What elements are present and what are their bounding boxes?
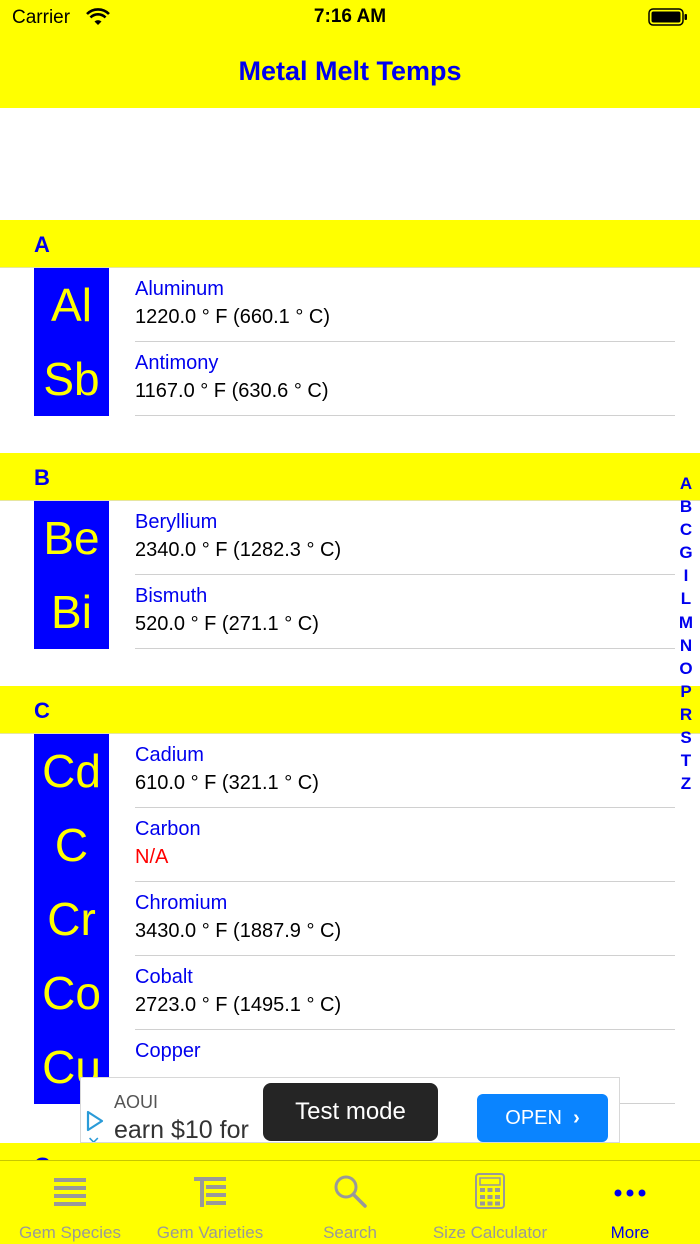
index-letter[interactable]: T (678, 749, 694, 772)
symbol-column: Cd C Cr Co Cu (34, 734, 109, 1104)
index-letter[interactable]: R (678, 703, 694, 726)
list-item-cadium[interactable]: Cadium 610.0 ° F (321.1 ° C) (135, 734, 675, 808)
ad-open-button[interactable]: OPEN › (477, 1094, 608, 1142)
metal-name: Chromium (135, 892, 228, 914)
metal-name: Beryllium (135, 511, 218, 533)
tab-label: Search (323, 1223, 377, 1242)
tab-more[interactable]: More (560, 1161, 700, 1244)
clock: 7:16 AM (313, 6, 387, 27)
metal-name: Cadium (135, 744, 204, 766)
section-index[interactable]: A B C G I L M N O P R S T Z (678, 472, 694, 795)
metal-name: Antimony (135, 352, 219, 374)
search-icon (334, 1175, 367, 1208)
tab-bar: Gem Species Gem Varieties Search Size Ca… (0, 1160, 700, 1244)
tab-size-calculator[interactable]: Size Calculator (420, 1161, 560, 1244)
element-symbol: Sb (43, 353, 100, 405)
more-icon (614, 1189, 646, 1197)
metal-name: Bismuth (135, 585, 208, 607)
list-icon (54, 1178, 86, 1206)
ad-open-label: OPEN (505, 1107, 562, 1129)
section-header-a: A (0, 220, 700, 268)
list-item-bismuth[interactable]: Bismuth 520.0 ° F (271.1 ° C) (135, 575, 675, 649)
page-title: Metal Melt Temps (238, 56, 462, 86)
index-letter[interactable]: P (678, 680, 694, 703)
ad-headline: earn $10 for (114, 1116, 249, 1143)
section-letter: C (34, 698, 50, 723)
symbol-column: Be Bi (34, 501, 109, 649)
list-detail-icon (194, 1177, 226, 1207)
calculator-icon (475, 1173, 505, 1209)
metal-name: Aluminum (135, 278, 224, 300)
index-letter[interactable]: L (678, 587, 694, 610)
section-letter: B (34, 465, 50, 490)
element-symbol: Co (42, 967, 101, 1019)
element-symbol: C (54, 819, 89, 871)
index-letter[interactable]: O (678, 657, 694, 680)
melt-temp: 3430.0 ° F (1887.9 ° C) (135, 920, 342, 942)
ad-brand: AOUI (114, 1092, 159, 1112)
melt-temp: 610.0 ° F (321.1 ° C) (135, 772, 319, 794)
index-letter[interactable]: C (678, 518, 694, 541)
status-bar: Carrier 7:16 AM (0, 0, 700, 36)
melt-temp: 1167.0 ° F (630.6 ° C) (135, 380, 329, 402)
list-item-carbon[interactable]: Carbon N/A (135, 808, 675, 882)
tab-label: More (610, 1223, 650, 1242)
nav-bar: Metal Melt Temps (0, 36, 700, 108)
metal-name: Carbon (135, 818, 201, 840)
element-symbol: Cd (42, 745, 101, 797)
index-letter[interactable]: I (678, 564, 694, 587)
test-mode-toast: Test mode (263, 1083, 438, 1141)
metal-name: Cobalt (135, 966, 193, 988)
chevron-right-icon: › (567, 1107, 580, 1129)
melt-temp: N/A (135, 846, 169, 868)
section-header-g: G (0, 1143, 700, 1161)
list-item-antimony[interactable]: Antimony 1167.0 ° F (630.6 ° C) (135, 342, 675, 416)
index-letter[interactable]: Z (678, 772, 694, 795)
index-letter[interactable]: G (678, 541, 694, 564)
symbol-column: Al Sb (34, 268, 109, 416)
element-symbol: Be (43, 512, 100, 564)
tab-search[interactable]: Search (280, 1161, 420, 1244)
metal-name: Copper (135, 1040, 201, 1062)
index-letter[interactable]: A (678, 472, 694, 495)
section-header-b: B (0, 453, 700, 501)
section-letter: A (34, 232, 50, 257)
element-symbol: Al (51, 279, 92, 331)
list-item-chromium[interactable]: Chromium 3430.0 ° F (1887.9 ° C) (135, 882, 675, 956)
tab-gem-species[interactable]: Gem Species (0, 1161, 140, 1244)
melt-temp: 2723.0 ° F (1495.1 ° C) (135, 994, 342, 1016)
element-symbol: Bi (51, 586, 92, 638)
index-letter[interactable]: M (678, 611, 694, 634)
melt-temp: 520.0 ° F (271.1 ° C) (135, 613, 319, 635)
tab-label: Gem Species (18, 1223, 122, 1242)
melt-temp: 2340.0 ° F (1282.3 ° C) (135, 539, 342, 561)
melt-temp: 1220.0 ° F (660.1 ° C) (135, 306, 330, 328)
element-symbol: Cr (47, 893, 96, 945)
ad-close-icon[interactable]: ✕ (87, 1133, 100, 1142)
ad-choices-icon[interactable] (85, 1110, 105, 1132)
section-header-c: C (0, 686, 700, 734)
index-letter[interactable]: S (678, 726, 694, 749)
list-item-beryllium[interactable]: Beryllium 2340.0 ° F (1282.3 ° C) (135, 501, 675, 575)
index-letter[interactable]: N (678, 634, 694, 657)
tab-label: Gem Varieties (156, 1223, 264, 1242)
list-item-cobalt[interactable]: Cobalt 2723.0 ° F (1495.1 ° C) (135, 956, 675, 1030)
tab-label: Size Calculator (432, 1223, 548, 1242)
index-letter[interactable]: B (678, 495, 694, 518)
list-item-aluminum[interactable]: Aluminum 1220.0 ° F (660.1 ° C) (135, 268, 675, 342)
battery-icon (648, 8, 687, 26)
tab-gem-varieties[interactable]: Gem Varieties (140, 1161, 280, 1244)
